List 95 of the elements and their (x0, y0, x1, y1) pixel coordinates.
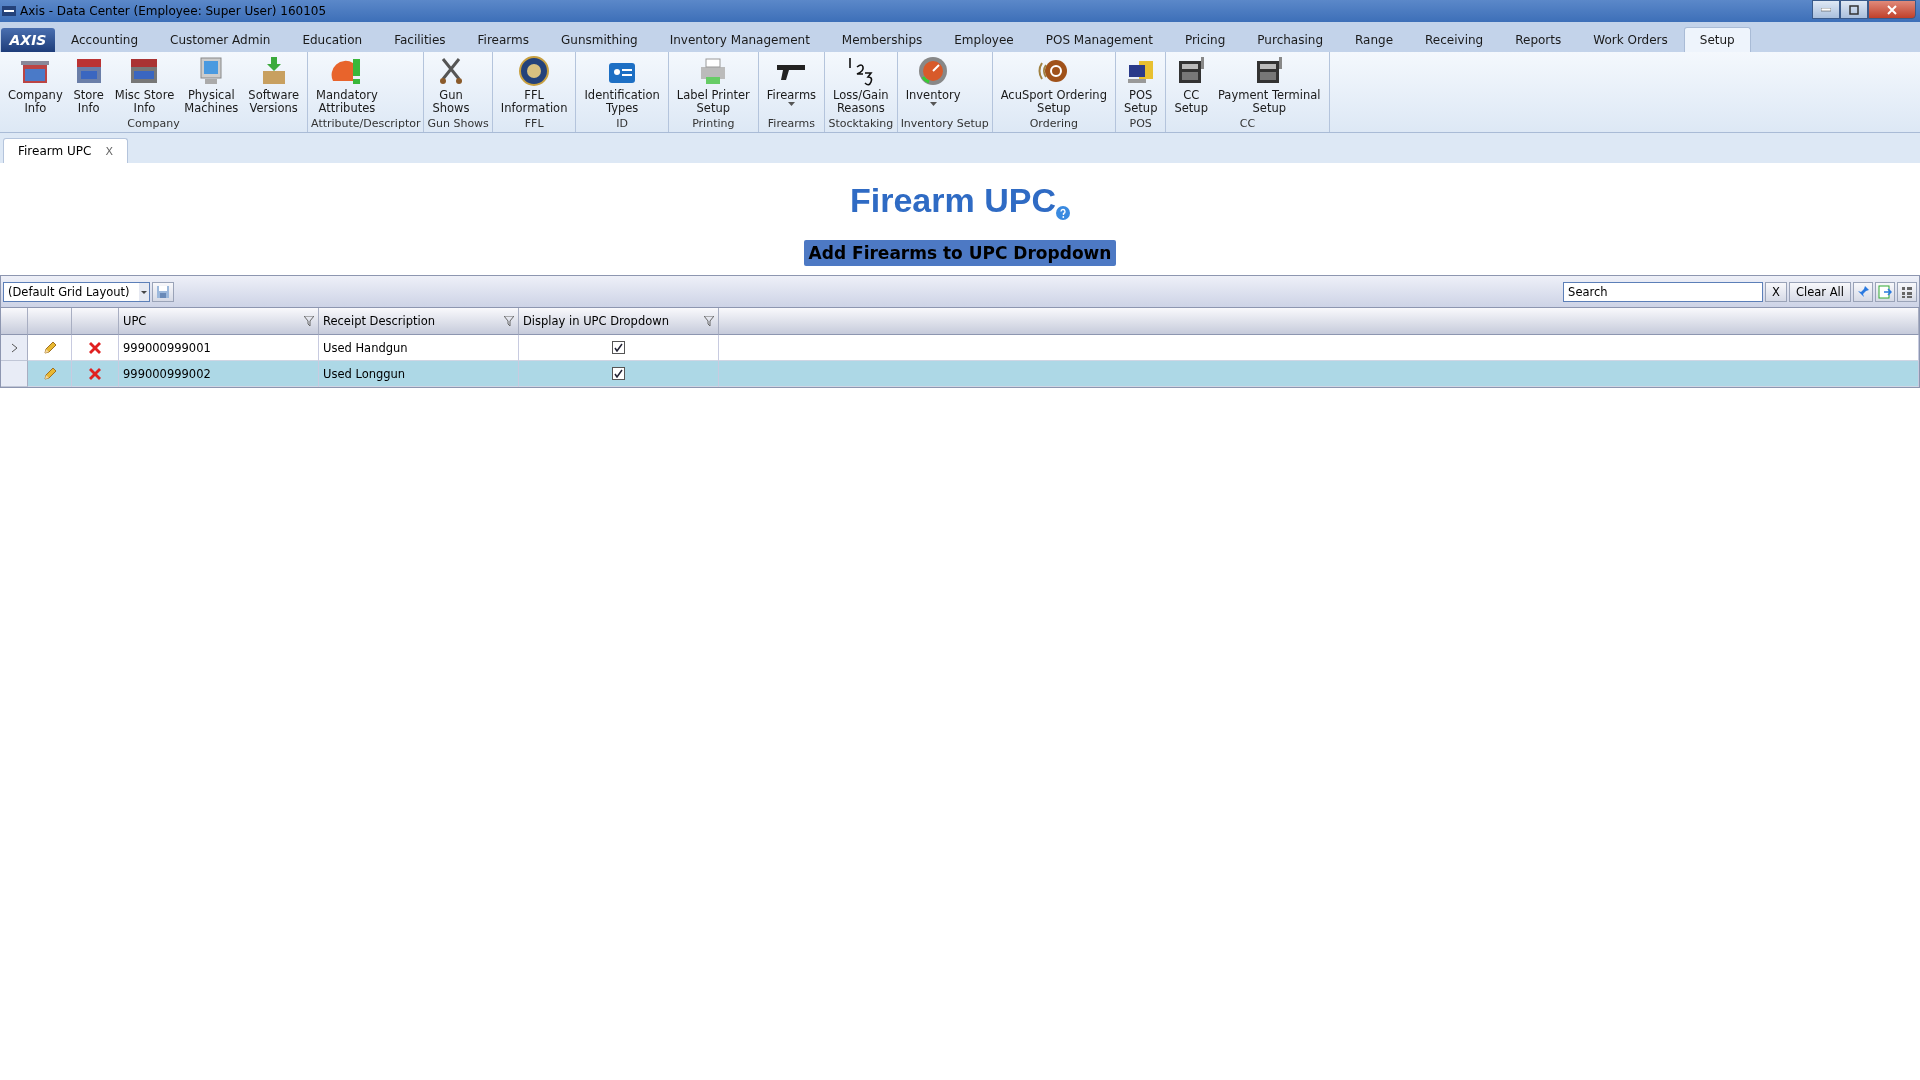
group-label: Printing (691, 117, 736, 132)
ribbon-button-label[interactable]: Label Printer Setup (676, 89, 750, 115)
group-label: FFL (523, 117, 545, 132)
window-title: Axis - Data Center (Employee: Super User) 160105 (20, 4, 327, 18)
delete-cell[interactable] (72, 335, 119, 361)
table-cell: 999000999001 (119, 335, 319, 361)
ribbon-button-label[interactable]: FFL Information (500, 89, 568, 115)
checkbox[interactable] (612, 341, 625, 354)
menu-tab[interactable]: Setup (1683, 27, 1751, 52)
menu-tab[interactable]: Range (1339, 27, 1410, 52)
header-cell (72, 308, 119, 335)
tab-label[interactable]: Firearm UPC (18, 144, 92, 158)
checkbox[interactable] (612, 367, 625, 380)
group-label: Stocktaking (828, 117, 894, 132)
delete-cell[interactable] (72, 361, 119, 387)
ribbon-button-label[interactable]: Misc Store Info (114, 89, 175, 115)
menu-tab[interactable]: Accounting (55, 27, 154, 52)
ribbon-button-label[interactable]: Mandatory Attributes (316, 89, 378, 115)
ribbon-button-label[interactable]: POS Setup (1123, 89, 1158, 115)
menu-tab[interactable]: Reports (1499, 27, 1578, 52)
maximize-icon[interactable] (1849, 4, 1859, 15)
ribbon-button-label[interactable]: Gun Shows (432, 89, 470, 115)
ribbon-button-label[interactable]: Identification Types (584, 89, 660, 115)
ribbon-button-label[interactable]: AcuSport Ordering Setup (1000, 89, 1107, 115)
layout-dropdown[interactable]: (Default Grid Layout) (3, 281, 150, 302)
clear-search-button[interactable]: X (1765, 281, 1787, 302)
help-icon[interactable] (1056, 206, 1070, 220)
group-label: Inventory Setup (900, 117, 989, 132)
column-header[interactable]: Receipt Description (319, 308, 519, 335)
minimize-icon[interactable] (1821, 7, 1831, 12)
ribbon-button-label[interactable]: Physical Machines (184, 89, 239, 115)
menu-tab[interactable]: Receiving (1409, 27, 1500, 52)
menu-tab[interactable]: Customer Admin (154, 27, 287, 52)
menu-tab[interactable]: Gunsmithing (545, 27, 654, 52)
column-title: UPC (123, 314, 147, 328)
menu-tab[interactable]: Purchasing (1241, 27, 1339, 52)
menu-tab[interactable]: Inventory Management (653, 27, 826, 52)
group-label: Gun Shows (427, 117, 489, 132)
group-label: Company (126, 117, 181, 132)
header-cell (28, 308, 72, 335)
filter-icon[interactable] (304, 316, 314, 326)
app-logo-icon (2, 6, 16, 16)
group-label: POS (1128, 117, 1153, 132)
group-label: CC (1238, 117, 1257, 132)
ribbon-button-label[interactable]: Company Info (8, 89, 63, 115)
maximize-button[interactable] (1840, 0, 1868, 19)
group-label: ID (615, 117, 629, 132)
menu-tab[interactable]: Employee (938, 27, 1030, 52)
column-title: Display in UPC Dropdown (523, 314, 669, 328)
delete-icon[interactable] (87, 365, 103, 382)
minimize-button[interactable] (1812, 0, 1840, 19)
delete-icon[interactable] (87, 339, 103, 356)
app-logo[interactable]: AXIS (1, 28, 55, 52)
filter-icon[interactable] (504, 316, 514, 326)
group-label: Attribute/Descriptor (311, 117, 421, 132)
table-cell: 999000999002 (119, 361, 319, 387)
menu-tab[interactable]: Work Orders (1577, 27, 1684, 52)
search-field[interactable]: Search (1563, 281, 1764, 302)
edit-cell[interactable] (28, 361, 72, 387)
filter-icon[interactable] (704, 316, 714, 326)
group-label: Ordering (1028, 117, 1079, 132)
ribbon-button-label[interactable]: Firearms (766, 89, 817, 102)
ribbon-button-label[interactable]: Payment Terminal Setup (1217, 89, 1321, 115)
ribbon-button-label[interactable]: Software Versions (248, 89, 300, 115)
menu-tab[interactable]: POS Management (1029, 27, 1169, 52)
menu-tab[interactable]: Firearms (461, 27, 545, 52)
column-header[interactable]: Display in UPC Dropdown (519, 308, 719, 335)
pencil-icon[interactable] (41, 339, 58, 356)
column-header[interactable]: UPC (119, 308, 319, 335)
table-cell: Used Longgun (319, 361, 519, 387)
page-title: Firearm UPC (850, 181, 1056, 220)
clear-all-button[interactable]: Clear All (1789, 281, 1851, 302)
edit-cell[interactable] (28, 335, 72, 361)
menu-tab[interactable]: Memberships (825, 27, 939, 52)
table-cell: Used Handgun (319, 335, 519, 361)
pencil-icon[interactable] (41, 365, 58, 382)
ribbon-button-label[interactable]: Loss/Gain Reasons (833, 89, 889, 115)
ribbon-icon[interactable] (518, 55, 551, 87)
ribbon-button-label[interactable]: CC Setup (1174, 89, 1208, 115)
menu-tab[interactable]: Pricing (1168, 27, 1242, 52)
caret-icon[interactable] (787, 102, 795, 106)
group-label: Firearms (766, 117, 816, 132)
header-cell (1, 308, 28, 335)
tab-close[interactable]: X (105, 144, 113, 158)
column-title: Receipt Description (323, 314, 436, 328)
ribbon-button-label[interactable]: Inventory (905, 89, 961, 102)
menu-tab[interactable]: Education (286, 27, 379, 52)
caret-icon[interactable] (139, 282, 149, 301)
close-button[interactable] (1868, 0, 1916, 19)
menu-tab[interactable]: Facilities (378, 27, 462, 52)
ribbon-button-label[interactable]: Store Info (73, 89, 104, 115)
close-icon[interactable] (1887, 4, 1897, 15)
document-tab[interactable]: Firearm UPC X (3, 138, 128, 163)
add-firearms-button[interactable]: Add Firearms to UPC Dropdown (803, 240, 1117, 266)
caret-icon[interactable] (929, 102, 937, 106)
